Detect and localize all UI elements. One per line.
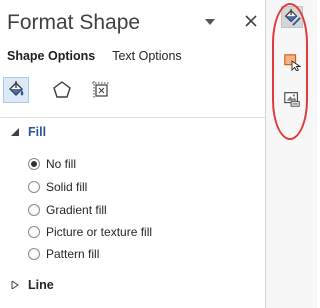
size-and-properties-tab[interactable] — [88, 77, 114, 103]
radio-button[interactable] — [28, 204, 40, 216]
radio-selected-dot — [31, 161, 37, 167]
line-section-label: Line — [28, 278, 54, 292]
fill-section-header[interactable]: Fill — [10, 125, 46, 139]
pane-title: Format Shape — [7, 11, 141, 34]
format-shape-side-button[interactable] — [281, 6, 303, 28]
format-shape-pane: Format Shape Shape Options Text Options — [0, 0, 266, 308]
radio-button[interactable] — [28, 181, 40, 193]
fill-section-label: Fill — [28, 125, 47, 139]
radio-button[interactable] — [28, 158, 40, 170]
close-icon — [245, 15, 257, 27]
solid-fill-label: Solid fill — [46, 180, 88, 194]
picture-texture-fill-option[interactable]: Picture or texture fill — [28, 225, 152, 239]
solid-fill-option[interactable]: Solid fill — [28, 180, 87, 194]
divider — [0, 117, 265, 118]
chevron-down-icon — [205, 19, 215, 25]
picture-texture-fill-label: Picture or texture fill — [46, 225, 153, 239]
size-properties-icon — [92, 81, 110, 99]
no-fill-label: No fill — [46, 157, 77, 171]
tab-text-options[interactable]: Text Options — [112, 49, 181, 63]
pentagon-icon — [53, 81, 71, 98]
shape-cursor-icon — [284, 54, 301, 71]
effects-tab[interactable] — [49, 77, 75, 103]
radio-button[interactable] — [28, 248, 40, 260]
line-section-header[interactable]: Line — [10, 278, 54, 292]
fill-and-line-tab[interactable] — [3, 77, 29, 103]
pattern-fill-option[interactable]: Pattern fill — [28, 247, 99, 261]
gradient-fill-label: Gradient fill — [46, 203, 107, 217]
picture-format-icon — [284, 92, 300, 107]
close-button[interactable] — [243, 12, 259, 30]
expanded-triangle-icon — [10, 127, 20, 137]
paint-bucket-icon — [284, 8, 301, 26]
tab-shape-options[interactable]: Shape Options — [7, 49, 95, 63]
task-pane-options-button[interactable] — [203, 15, 217, 29]
options-tabs: Shape Options Text Options — [7, 49, 182, 63]
collapsed-triangle-icon — [10, 280, 20, 290]
pattern-fill-label: Pattern fill — [46, 247, 100, 261]
shape-cursor-side-button[interactable] — [281, 51, 303, 73]
no-fill-option[interactable]: No fill — [28, 157, 76, 171]
side-format-strip — [266, 0, 317, 308]
paint-bucket-icon — [9, 81, 24, 96]
gradient-fill-option[interactable]: Gradient fill — [28, 203, 107, 217]
radio-button[interactable] — [28, 226, 40, 238]
picture-format-side-button[interactable] — [281, 88, 303, 110]
